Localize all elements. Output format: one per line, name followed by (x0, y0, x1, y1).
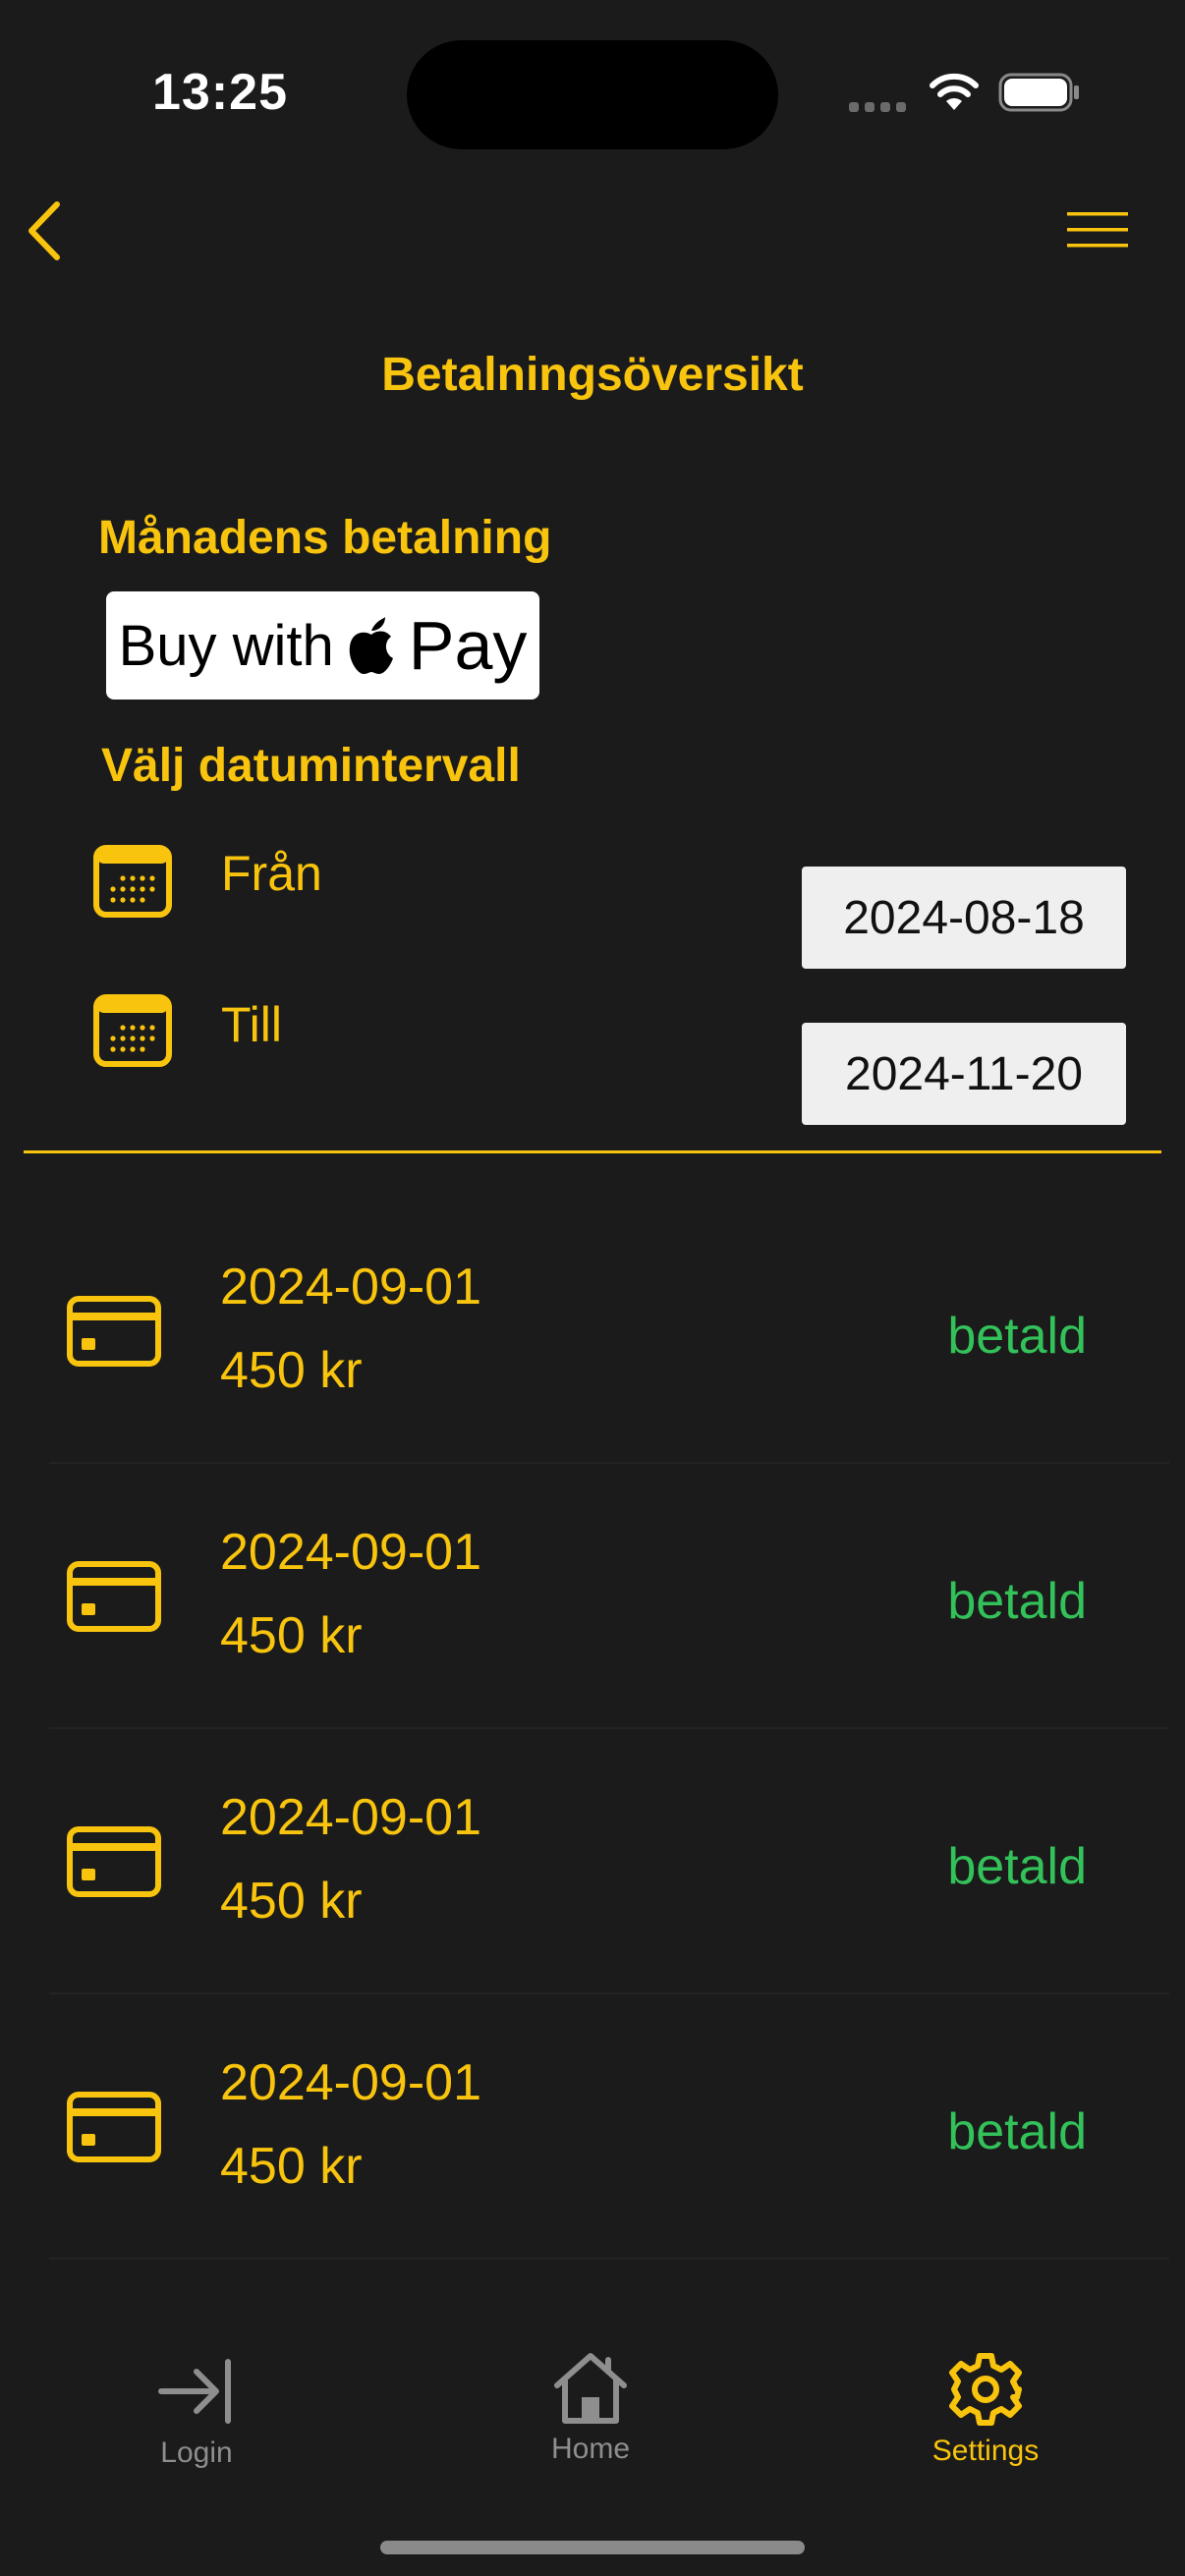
payment-status: betald (947, 1838, 1087, 1895)
buy-with-text: Buy with (118, 613, 334, 678)
payment-row[interactable]: 2024-09-01 450 kr betald (49, 1994, 1169, 2260)
section-divider (24, 1150, 1161, 1153)
payment-row[interactable]: 2024-09-01 450 kr betald (49, 1729, 1169, 1994)
payment-amount: 450 kr (220, 1873, 363, 1930)
payment-date: 2024-09-01 (220, 1789, 481, 1846)
payment-date: 2024-09-01 (220, 1259, 481, 1316)
login-arrow-icon (158, 2359, 231, 2424)
apple-logo-icon (349, 617, 393, 674)
calendar-icon (93, 845, 172, 918)
hamburger-menu-icon[interactable] (1063, 208, 1132, 252)
tab-bar: Login Home Settings (0, 2328, 1185, 2476)
date-range-label: Välj datumintervall (101, 740, 521, 792)
tab-home[interactable]: Home (473, 2348, 708, 2466)
cellular-signal-icon (849, 102, 906, 112)
monthly-payment-label: Månadens betalning (98, 512, 552, 564)
payment-amount: 450 kr (220, 1342, 363, 1399)
tab-home-label: Home (550, 2433, 631, 2465)
wifi-icon (930, 73, 979, 110)
calendar-icon (93, 994, 172, 1067)
credit-card-icon (67, 1296, 161, 1367)
gear-icon (949, 2353, 1022, 2426)
tab-login-label: Login (160, 2436, 233, 2469)
home-icon (554, 2353, 627, 2424)
payment-row[interactable]: 2024-09-01 450 kr betald (49, 1199, 1169, 1464)
payment-overview-screen: 13:25 Betalningsöversikt Månadens betaln… (0, 0, 1185, 2576)
to-label: Till (221, 997, 283, 1052)
from-label: Från (221, 846, 322, 901)
pay-text: Pay (408, 607, 528, 684)
tab-login[interactable]: Login (79, 2352, 314, 2470)
credit-card-icon (67, 2092, 161, 2162)
credit-card-icon (67, 1826, 161, 1897)
payment-date: 2024-09-01 (220, 1524, 481, 1581)
tab-settings-label: Settings (931, 2435, 1040, 2467)
payment-status: betald (947, 1308, 1087, 1365)
status-time: 13:25 (152, 64, 288, 121)
dynamic-island (407, 40, 778, 149)
payment-status: betald (947, 2103, 1087, 2160)
back-chevron-icon[interactable] (20, 196, 71, 265)
page-title: Betalningsöversikt (381, 349, 804, 401)
payment-status: betald (947, 1573, 1087, 1630)
home-indicator[interactable] (380, 2541, 805, 2554)
credit-card-icon (67, 1561, 161, 1632)
tab-settings[interactable]: Settings (868, 2350, 1103, 2468)
from-date-field[interactable]: 2024-08-18 (802, 867, 1126, 969)
payment-amount: 450 kr (220, 2138, 363, 2195)
to-date-field[interactable]: 2024-11-20 (802, 1023, 1126, 1125)
apple-pay-button[interactable]: Buy with Pay (106, 591, 539, 700)
payment-row[interactable]: 2024-09-01 450 kr betald (49, 1464, 1169, 1729)
battery-icon (998, 73, 1079, 112)
payment-amount: 450 kr (220, 1607, 363, 1664)
payment-date: 2024-09-01 (220, 2054, 481, 2111)
